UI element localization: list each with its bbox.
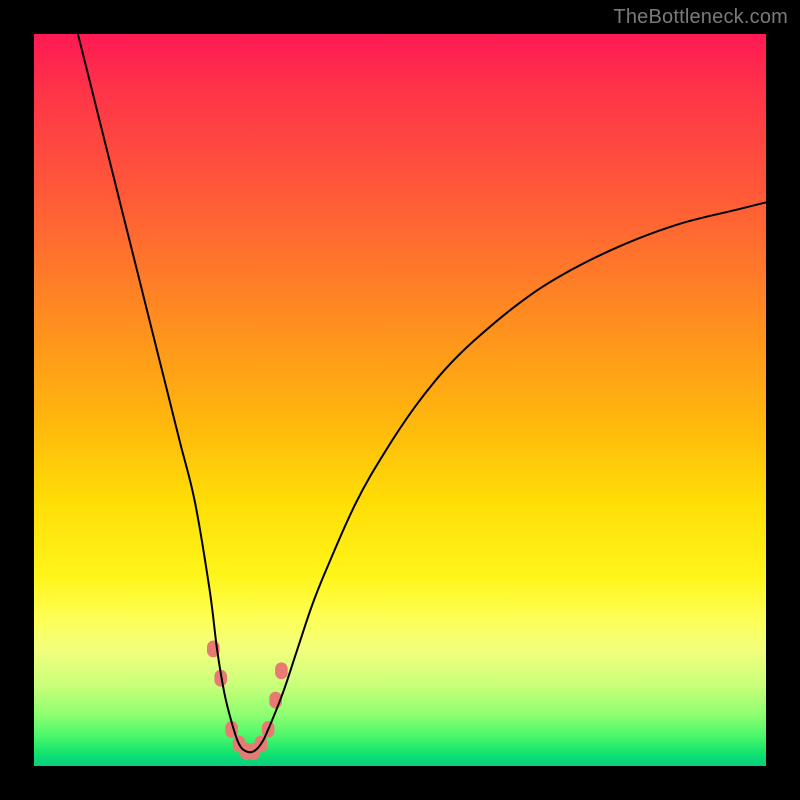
curve-svg (34, 34, 766, 766)
watermark-text: TheBottleneck.com (613, 6, 788, 29)
chart-container: TheBottleneck.com (0, 0, 800, 800)
plot-area (34, 34, 766, 766)
bottleneck-curve (78, 34, 766, 752)
optimal-marker (275, 662, 288, 679)
